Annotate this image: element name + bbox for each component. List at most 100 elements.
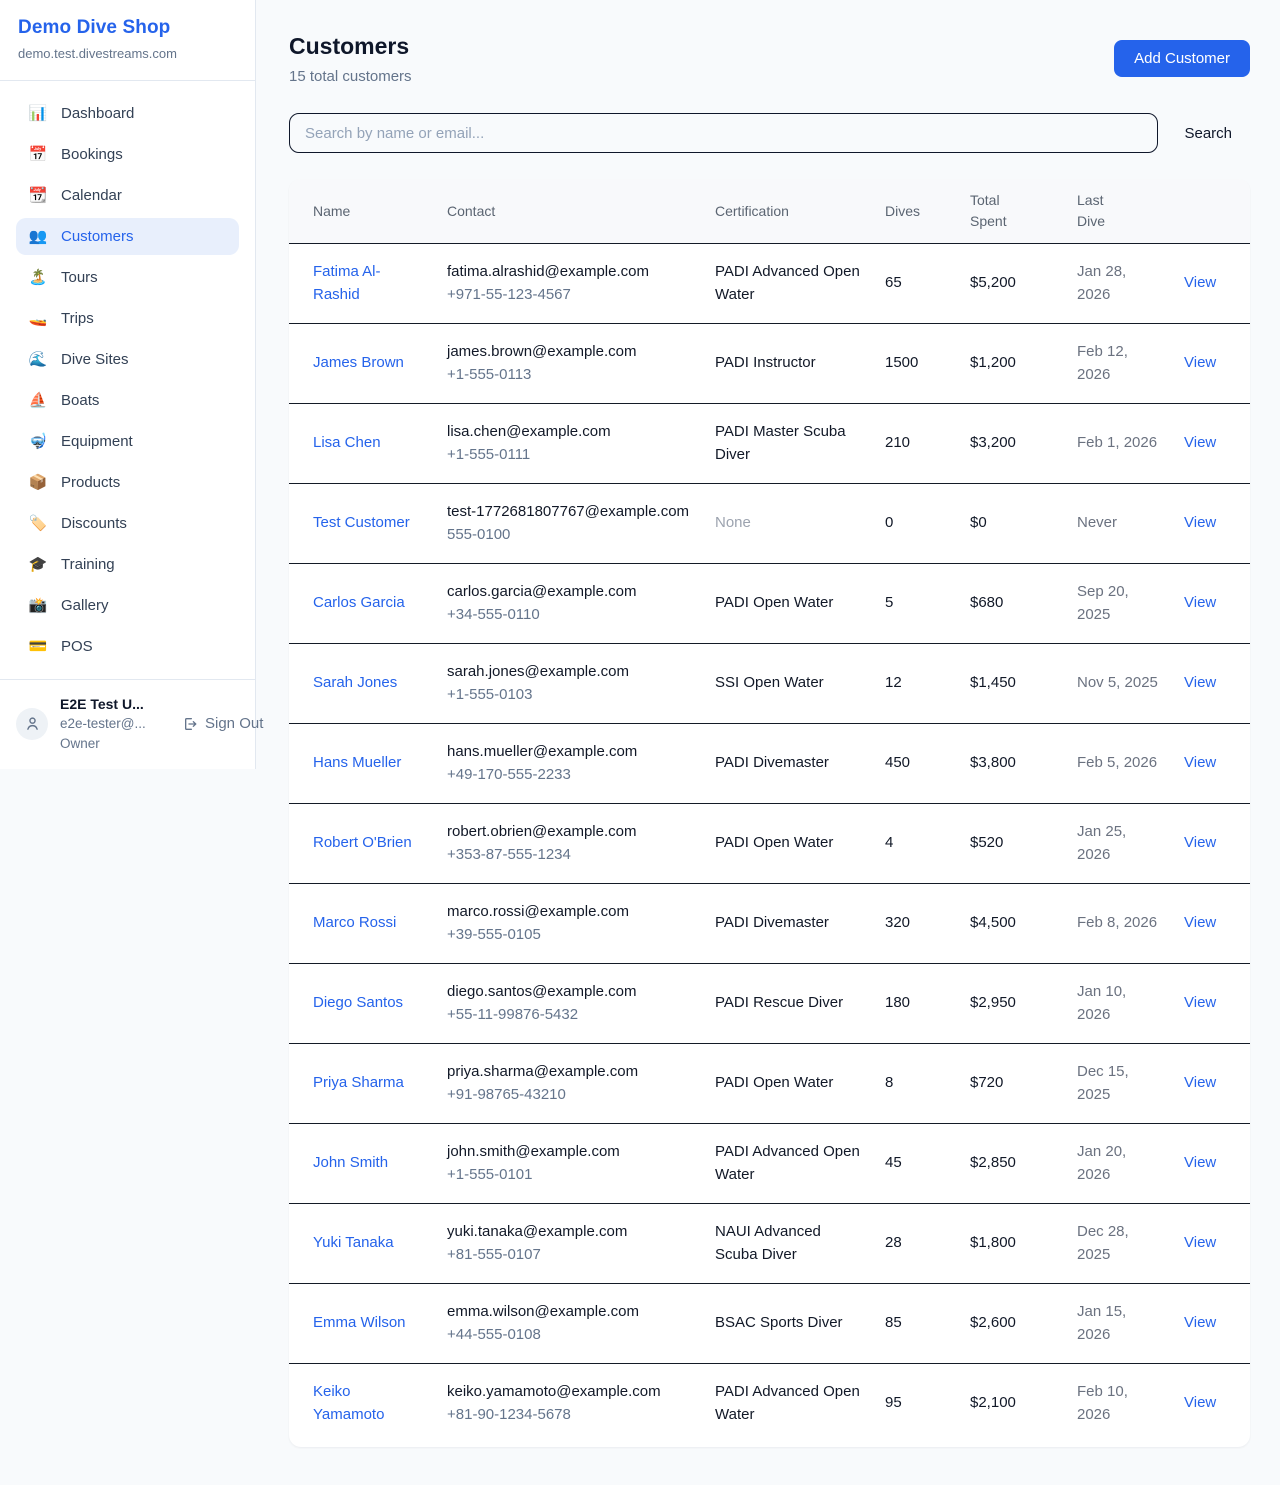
table-row: Carlos Garciacarlos.garcia@example.com+3… (289, 564, 1250, 644)
sidebar-item-dive-sites[interactable]: 🌊Dive Sites (16, 341, 239, 378)
customer-name-link[interactable]: Sarah Jones (313, 672, 397, 695)
column-header-certification: Certification (703, 179, 873, 244)
view-customer-link[interactable]: View (1184, 1394, 1216, 1411)
sailboat-icon: ⛵ (28, 393, 48, 408)
customer-name-link[interactable]: Priya Sharma (313, 1072, 404, 1095)
customer-dives: 85 (873, 1284, 958, 1364)
table-row: Keiko Yamamoto keiko.yamamoto@example.com… (289, 1364, 1250, 1444)
view-customer-link[interactable]: View (1184, 1074, 1216, 1091)
sidebar-item-discounts[interactable]: 🏷️ Discounts (16, 505, 239, 542)
customer-phone: +1-555-0111 (447, 444, 691, 467)
customer-name-link[interactable]: Keiko Yamamoto (313, 1381, 423, 1426)
customer-certification: PADI Instructor (715, 354, 816, 371)
customer-name-link[interactable]: Fatima Al-Rashid (313, 261, 423, 306)
graduation-cap-icon: 🎓 (28, 557, 48, 572)
search-button[interactable]: Search (1184, 125, 1232, 142)
view-customer-link[interactable]: View (1184, 1314, 1216, 1331)
customer-email: robert.obrien@example.com (447, 821, 691, 844)
view-customer-link[interactable]: View (1184, 674, 1216, 691)
bar-chart-icon: 📊 (28, 106, 48, 121)
sidebar-item-label: Training (61, 556, 115, 573)
sidebar-item-customers[interactable]: 👥Customers (16, 218, 239, 255)
view-customer-link[interactable]: View (1184, 1234, 1216, 1251)
table-row: John Smithjohn.smith@example.com+1-555-0… (289, 1124, 1250, 1204)
sidebar-item-equipment[interactable]: 🤿Equipment (16, 423, 239, 460)
customer-total-spent: $1,200 (958, 324, 1065, 404)
sidebar-item-trips[interactable]: 🚤Trips (16, 300, 239, 337)
table-row: Diego Santosdiego.santos@example.com+55-… (289, 964, 1250, 1044)
sidebar-item-label: Discounts (61, 515, 127, 532)
customer-email: priya.sharma@example.com (447, 1061, 691, 1084)
customer-email: keiko.yamamoto@example.com (447, 1381, 691, 1404)
sidebar-item-label: Bookings (61, 146, 123, 163)
customer-total-spent: $5,200 (958, 244, 1065, 324)
table-row: Fatima Al-Rashidfatima.alrashid@example.… (289, 244, 1250, 324)
view-customer-link[interactable]: View (1184, 354, 1216, 371)
customer-total-spent: $520 (958, 804, 1065, 884)
customer-name-link[interactable]: Robert O'Brien (313, 832, 412, 855)
view-customer-link[interactable]: View (1184, 914, 1216, 931)
customer-name-link[interactable]: Lisa Chen (313, 432, 381, 455)
customer-last-dive: Jan 28, 2026 (1065, 244, 1172, 324)
tag-icon: 🏷️ (28, 516, 48, 531)
table-header-row: NameContactCertificationDivesTotal Spent… (289, 179, 1250, 244)
customer-last-dive: Feb 10, 2026 (1065, 1364, 1172, 1444)
customer-name-link[interactable]: Hans Mueller (313, 752, 401, 775)
sidebar-item-tours[interactable]: 🏝️Tours (16, 259, 239, 296)
wave-icon: 🌊 (28, 352, 48, 367)
brand-domain: demo.test.divestreams.com (18, 46, 237, 61)
table-row: Marco Rossimarco.rossi@example.com+39-55… (289, 884, 1250, 964)
customer-name-link[interactable]: Yuki Tanaka (313, 1232, 394, 1255)
logout-icon (182, 716, 198, 732)
table-row: Emma Wilsonemma.wilson@example.com+44-55… (289, 1284, 1250, 1364)
view-customer-link[interactable]: View (1184, 834, 1216, 851)
view-customer-link[interactable]: View (1184, 514, 1216, 531)
customer-name-link[interactable]: Carlos Garcia (313, 592, 405, 615)
customer-phone: +1-555-0101 (447, 1164, 691, 1187)
customer-total-spent: $680 (958, 564, 1065, 644)
sidebar-item-label: Gallery (61, 597, 109, 614)
customer-email: diego.santos@example.com (447, 981, 691, 1004)
customer-last-dive: Feb 8, 2026 (1065, 884, 1172, 964)
view-customer-link[interactable]: View (1184, 754, 1216, 771)
customer-phone: +91-98765-43210 (447, 1084, 691, 1107)
sidebar-item-pos[interactable]: 💳POS (16, 628, 239, 665)
customer-email: lisa.chen@example.com (447, 421, 691, 444)
add-customer-button[interactable]: Add Customer (1114, 40, 1250, 77)
view-customer-link[interactable]: View (1184, 1154, 1216, 1171)
sidebar-item-training[interactable]: 🎓 Training (16, 546, 239, 583)
camera-flash-icon: 📸 (28, 598, 48, 613)
view-customer-link[interactable]: View (1184, 994, 1216, 1011)
customer-certification: PADI Rescue Diver (715, 994, 843, 1011)
customer-phone: 555-0100 (447, 524, 691, 547)
sidebar: Demo Dive Shop demo.test.divestreams.com… (0, 0, 256, 769)
view-customer-link[interactable]: View (1184, 594, 1216, 611)
sign-out-label: Sign Out (205, 715, 263, 732)
sidebar-item-products[interactable]: 📦Products (16, 464, 239, 501)
customer-certification: PADI Advanced Open Water (715, 1383, 860, 1423)
customer-phone: +49-170-555-2233 (447, 764, 691, 787)
sidebar-item-gallery[interactable]: 📸 Gallery (16, 587, 239, 624)
customer-name-link[interactable]: Emma Wilson (313, 1312, 406, 1335)
search-input[interactable] (289, 113, 1158, 153)
table-row: Priya Sharma priya.sharma@example.com+91-… (289, 1044, 1250, 1124)
customer-last-dive: Feb 12, 2026 (1065, 324, 1172, 404)
customer-name-link[interactable]: Marco Rossi (313, 912, 396, 935)
sidebar-item-dashboard[interactable]: 📊Dashboard (16, 95, 239, 132)
sidebar-item-bookings[interactable]: 📅Bookings (16, 136, 239, 173)
sign-out-button[interactable]: Sign Out (182, 715, 263, 732)
customer-name-link[interactable]: Test Customer (313, 512, 410, 535)
column-header-name: Name (289, 179, 435, 244)
sidebar-item-boats[interactable]: ⛵Boats (16, 382, 239, 419)
brand-block: Demo Dive Shop demo.test.divestreams.com (0, 0, 255, 81)
sidebar-item-calendar[interactable]: 📆Calendar (16, 177, 239, 214)
customer-name-link[interactable]: James Brown (313, 352, 404, 375)
column-header-total-spent: Total Spent (958, 179, 1065, 244)
customer-name-link[interactable]: Diego Santos (313, 992, 403, 1015)
customer-name-link[interactable]: John Smith (313, 1152, 388, 1175)
sidebar-item-label: Calendar (61, 187, 122, 204)
sidebar-item-label: Products (61, 474, 120, 491)
view-customer-link[interactable]: View (1184, 274, 1216, 291)
customer-email: sarah.jones@example.com (447, 661, 691, 684)
view-customer-link[interactable]: View (1184, 434, 1216, 451)
